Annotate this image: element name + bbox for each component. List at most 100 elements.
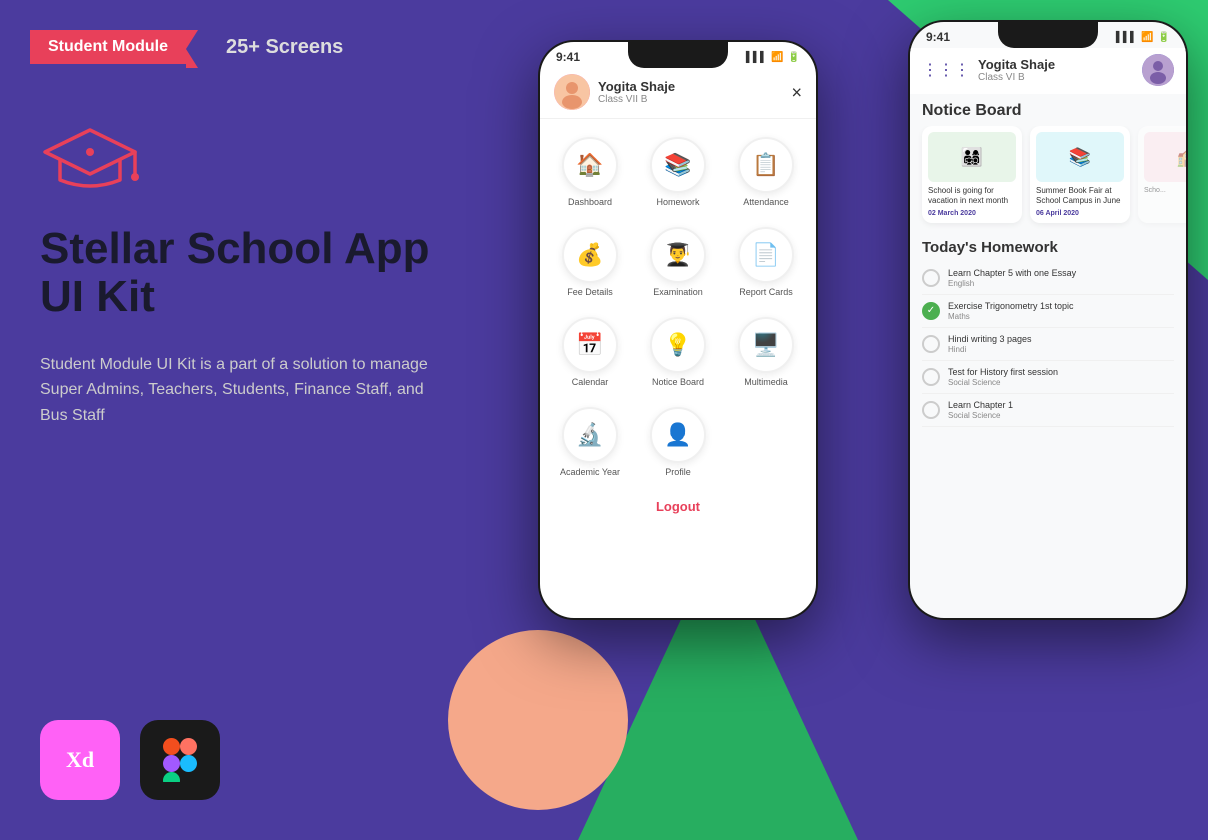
hw-check-1[interactable] — [922, 269, 940, 287]
notice-card-2-text: Summer Book Fair at School Campus in Jun… — [1036, 186, 1124, 207]
homework-label: Homework — [656, 197, 699, 207]
notice-card-2-img: 📚 — [1036, 132, 1124, 182]
hw-item-4-info: Test for History first session Social Sc… — [948, 367, 1058, 387]
menu-item-dashboard[interactable]: 🏠 Dashboard — [548, 127, 632, 213]
avatar-img-1 — [554, 74, 590, 110]
phone-2-time: 9:41 — [926, 30, 950, 44]
hw-item-1-text: Learn Chapter 5 with one Essay — [948, 268, 1076, 278]
wifi-icon: 📶 — [771, 52, 783, 63]
notice-card-3-img: 🏫 — [1144, 132, 1186, 182]
p2-wifi-icon: 📶 — [1141, 32, 1153, 43]
badge-label: Student Module — [48, 38, 168, 55]
hw-item-4: Test for History first session Social Sc… — [922, 361, 1174, 394]
notice-board-label: Notice Board — [652, 377, 704, 387]
menu-grid: 🏠 Dashboard 📚 Homework 📋 Attendance 💰 Fe… — [540, 119, 816, 491]
menu-item-profile[interactable]: 👤 Profile — [636, 397, 720, 483]
homework-icon-circle: 📚 — [650, 137, 706, 193]
student-module-badge: Student Module — [30, 30, 186, 64]
phone-1-header: Yogita Shaje Class VII B × — [540, 68, 816, 119]
profile-icon-circle: 👤 — [650, 407, 706, 463]
hw-item-5: Learn Chapter 1 Social Science — [922, 394, 1174, 427]
user-class-1: Class VII B — [598, 94, 675, 105]
notice-cards-container: 👨‍👩‍👧‍👦 School is going for vacation in … — [910, 126, 1186, 233]
notice-board-icon-circle: 💡 — [650, 317, 706, 373]
notice-card-1-date: 02 March 2020 — [928, 210, 1016, 217]
xd-label: Xd — [66, 747, 94, 773]
menu-item-calendar[interactable]: 📅 Calendar — [548, 307, 632, 393]
attendance-label: Attendance — [743, 197, 789, 207]
tool-badges-area: Xd — [40, 720, 220, 800]
notice-card-3[interactable]: 🏫 Scho... — [1138, 126, 1186, 223]
multimedia-label: Multimedia — [744, 377, 788, 387]
fee-details-icon-circle: 💰 — [562, 227, 618, 283]
p2-user-name: Yogita Shaje — [978, 57, 1142, 72]
hw-item-5-text: Learn Chapter 1 — [948, 400, 1013, 410]
menu-item-multimedia[interactable]: 🖥️ Multimedia — [724, 307, 808, 393]
academic-year-label: Academic Year — [560, 467, 620, 477]
fee-details-label: Fee Details — [567, 287, 613, 297]
close-button[interactable]: × — [791, 83, 802, 104]
homework-list: Learn Chapter 5 with one Essay English ✓… — [910, 262, 1186, 427]
notice-card-1[interactable]: 👨‍👩‍👧‍👦 School is going for vacation in … — [922, 126, 1022, 223]
homework-section-title: Today's Homework — [910, 233, 1186, 262]
report-cards-label: Report Cards — [739, 287, 793, 297]
menu-item-fee-details[interactable]: 💰 Fee Details — [548, 217, 632, 303]
academic-year-icon-circle: 🔬 — [562, 407, 618, 463]
hw-item-3-info: Hindi writing 3 pages Hindi — [948, 334, 1032, 354]
hw-item-2: ✓ Exercise Trigonometry 1st topic Maths — [922, 295, 1174, 328]
hw-check-2[interactable]: ✓ — [922, 302, 940, 320]
p2-signal-icon: ▌▌▌ — [1116, 32, 1137, 43]
phone-1-notch — [628, 40, 728, 68]
phone-2-screen: 9:41 ▌▌▌ 📶 🔋 ⋮⋮⋮ Yogita Shaje Class VI B — [910, 22, 1186, 618]
figma-icon — [163, 738, 197, 782]
menu-item-report-cards[interactable]: 📄 Report Cards — [724, 217, 808, 303]
hw-item-5-subject: Social Science — [948, 411, 1013, 420]
logout-button[interactable]: Logout — [540, 491, 816, 522]
phone-1-screen: 9:41 ▌▌▌ 📶 🔋 Yogita Shaje — [540, 42, 816, 618]
multimedia-icon-circle: 🖥️ — [738, 317, 794, 373]
signal-icon: ▌▌▌ — [746, 52, 767, 63]
battery-icon: 🔋 — [788, 52, 800, 63]
xd-badge: Xd — [40, 720, 120, 800]
figma-badge — [140, 720, 220, 800]
screens-count: 25+ Screens — [226, 36, 343, 59]
p2-grid-icon: ⋮⋮⋮ — [922, 60, 970, 80]
notice-card-1-img: 👨‍👩‍👧‍👦 — [928, 132, 1016, 182]
dashboard-label: Dashboard — [568, 197, 612, 207]
hw-item-2-subject: Maths — [948, 312, 1074, 321]
phone-1-time: 9:41 — [556, 50, 580, 64]
menu-item-homework[interactable]: 📚 Homework — [636, 127, 720, 213]
dashboard-icon-circle: 🏠 — [562, 137, 618, 193]
user-avatar-1 — [554, 74, 590, 110]
menu-item-attendance[interactable]: 📋 Attendance — [724, 127, 808, 213]
phone-1: 9:41 ▌▌▌ 📶 🔋 Yogita Shaje — [538, 40, 818, 620]
notice-card-2[interactable]: 📚 Summer Book Fair at School Campus in J… — [1030, 126, 1130, 223]
phone-2: 9:41 ▌▌▌ 📶 🔋 ⋮⋮⋮ Yogita Shaje Class VI B — [908, 20, 1188, 620]
menu-item-examination[interactable]: 👨‍🎓 Examination — [636, 217, 720, 303]
p2-battery-icon: 🔋 — [1158, 32, 1170, 43]
hw-check-3[interactable] — [922, 335, 940, 353]
hw-item-2-info: Exercise Trigonometry 1st topic Maths — [948, 301, 1074, 321]
app-description: Student Module UI Kit is a part of a sol… — [40, 352, 440, 429]
app-title: Stellar School App UI Kit — [40, 225, 480, 322]
hw-item-1-info: Learn Chapter 5 with one Essay English — [948, 268, 1076, 288]
phone-1-status-icons: ▌▌▌ 📶 🔋 — [746, 52, 800, 63]
header-area: Student Module 25+ Screens — [30, 30, 343, 64]
phone-2-header: ⋮⋮⋮ Yogita Shaje Class VI B — [910, 48, 1186, 94]
notice-card-1-text: School is going for vacation in next mon… — [928, 186, 1016, 207]
phones-container: 9:41 ▌▌▌ 📶 🔋 Yogita Shaje — [488, 0, 1208, 840]
menu-item-academic-year[interactable]: 🔬 Academic Year — [548, 397, 632, 483]
user-info-1: Yogita Shaje Class VII B — [598, 79, 675, 105]
hw-item-4-subject: Social Science — [948, 378, 1058, 387]
hw-item-5-info: Learn Chapter 1 Social Science — [948, 400, 1013, 420]
calendar-icon-circle: 📅 — [562, 317, 618, 373]
hw-item-3-text: Hindi writing 3 pages — [948, 334, 1032, 344]
p2-avatar — [1142, 54, 1174, 86]
hw-item-1: Learn Chapter 5 with one Essay English — [922, 262, 1174, 295]
menu-item-notice-board[interactable]: 💡 Notice Board — [636, 307, 720, 393]
hw-check-5[interactable] — [922, 401, 940, 419]
hw-check-4[interactable] — [922, 368, 940, 386]
phone-2-notch — [998, 20, 1098, 48]
hw-item-3-subject: Hindi — [948, 345, 1032, 354]
notice-board-section-title: Notice Board — [910, 94, 1186, 126]
